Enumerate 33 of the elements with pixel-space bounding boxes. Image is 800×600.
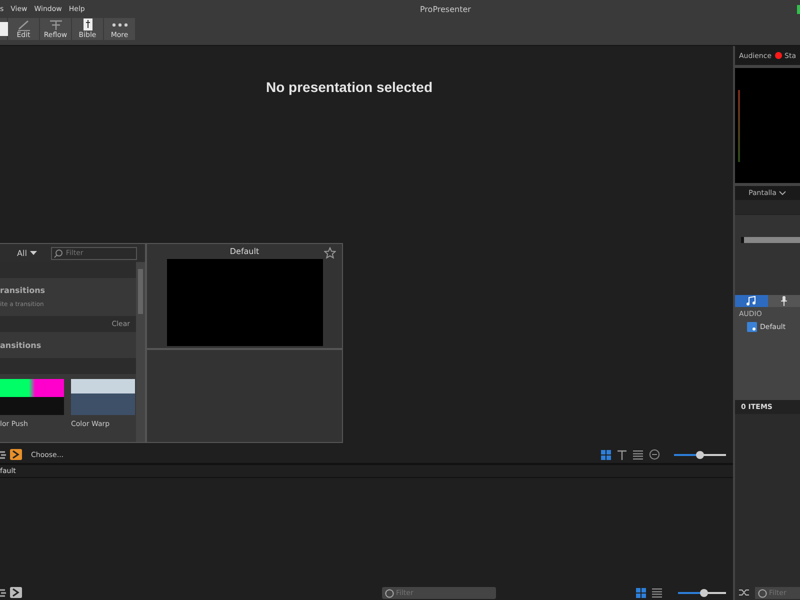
caret-icon	[30, 251, 37, 255]
filter-icon	[385, 588, 394, 598]
color-bars-drawing	[0, 379, 64, 415]
window-title: ProPresenter	[420, 4, 471, 14]
playlist-icon	[747, 322, 757, 332]
shuffle-icon[interactable]	[739, 588, 750, 597]
volume-bar[interactable]	[741, 237, 800, 243]
scrollbar[interactable]	[136, 262, 145, 442]
chevron-icon	[779, 191, 786, 195]
music-note-icon[interactable]	[735, 295, 768, 307]
circle-icon[interactable]	[649, 449, 660, 460]
filter-dropdown[interactable]: All	[17, 248, 37, 258]
play-icon[interactable]	[10, 449, 22, 460]
preview-title: Default	[230, 247, 260, 256]
microphone-icon[interactable]	[768, 295, 800, 307]
section-heading: ansitions	[0, 340, 42, 350]
filter-icon	[758, 588, 767, 598]
search-icon	[54, 248, 63, 258]
status-indicator-icon	[797, 5, 800, 14]
empty-message: No presentation selected	[266, 79, 432, 95]
section-heading: ransitions	[0, 286, 46, 295]
toolbar-button[interactable]	[0, 18, 8, 40]
list-view-icon[interactable]	[633, 450, 643, 460]
grid-view-icon[interactable]	[601, 450, 611, 460]
text-view-icon[interactable]	[617, 450, 627, 460]
grid-view-icon[interactable]	[636, 588, 646, 598]
list-view-icon[interactable]	[652, 588, 662, 598]
pencil-icon	[16, 18, 30, 30]
reflow-icon	[48, 18, 62, 30]
photo-placeholder	[71, 379, 135, 415]
play-icon[interactable]	[10, 587, 22, 598]
star-icon[interactable]	[324, 247, 336, 259]
more-icon	[112, 22, 128, 26]
